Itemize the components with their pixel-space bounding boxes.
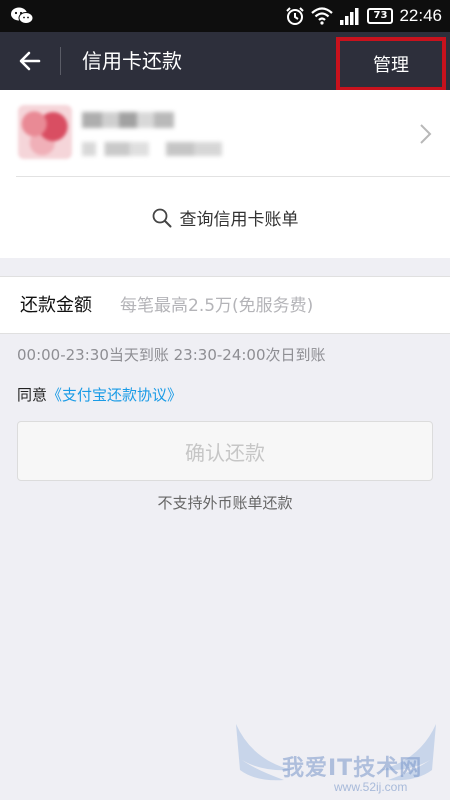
watermark-url: www.52ij.com [334, 780, 408, 794]
search-icon [152, 208, 171, 227]
agreement-line: 同意《支付宝还款协议》 [17, 384, 182, 405]
signal-icon [340, 8, 359, 25]
amount-label: 还款金额 [20, 295, 92, 316]
watermark-text: 我爱IT技术网 [282, 756, 423, 781]
alarm-icon [286, 7, 305, 25]
back-button[interactable] [8, 41, 52, 81]
agreement-link[interactable]: 《支付宝还款协议》 [47, 386, 182, 404]
agree-prefix: 同意 [17, 386, 48, 404]
nav-divider [60, 47, 61, 75]
chevron-right-icon [420, 124, 432, 144]
manage-button[interactable]: 管理 [336, 37, 446, 91]
wechat-icon [11, 7, 34, 24]
amount-row: 还款金额 [0, 276, 450, 334]
watermark: 我爱IT技术网 www.52ij.com [222, 720, 450, 800]
status-time: 22:46 [399, 6, 442, 25]
page-title: 信用卡还款 [82, 49, 182, 73]
card-item[interactable] [0, 90, 450, 177]
foreign-currency-note: 不支持外币账单还款 [157, 494, 293, 512]
battery-indicator: 73 [367, 8, 394, 24]
status-bar: 73 22:46 [0, 0, 450, 32]
card-section: 查询信用卡账单 [0, 90, 450, 258]
nav-bar: 信用卡还款 管理 [0, 32, 450, 91]
arrival-time-note: 00:00-23:30当天到账 23:30-24:00次日到账 [17, 346, 326, 364]
bank-logo [18, 105, 72, 159]
query-bill-label: 查询信用卡账单 [179, 210, 299, 230]
amount-input[interactable] [120, 287, 440, 325]
card-number-redacted [82, 142, 222, 156]
wifi-icon [311, 7, 334, 25]
back-arrow-icon [19, 51, 41, 71]
query-bill-button[interactable]: 查询信用卡账单 [0, 177, 450, 258]
confirm-repay-button[interactable]: 确认还款 [17, 421, 433, 481]
card-name-redacted [82, 112, 174, 128]
